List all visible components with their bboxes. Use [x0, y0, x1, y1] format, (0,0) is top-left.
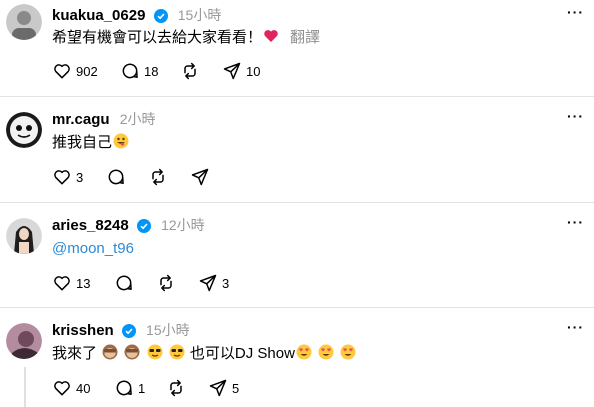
repost-button[interactable]: [148, 166, 168, 188]
comment-icon: [116, 380, 132, 396]
username[interactable]: aries_8248 12小時: [52, 216, 205, 238]
action-bar: 40 1 5: [52, 377, 352, 399]
like-button[interactable]: 3: [52, 166, 83, 188]
avatar[interactable]: [6, 218, 42, 254]
share-count: 3: [222, 275, 230, 291]
more-options-button[interactable]: ···: [567, 319, 584, 335]
comment-button[interactable]: [106, 166, 126, 188]
repost-icon: [170, 379, 182, 397]
post-time: 15小時: [177, 7, 222, 23]
share-button[interactable]: 5: [208, 377, 239, 399]
tongue-emoji-icon: [113, 133, 129, 149]
translate-link[interactable]: 翻譯: [290, 29, 320, 46]
action-bar: 13 3: [52, 272, 352, 294]
comment-button[interactable]: 1: [114, 377, 145, 399]
repost-icon: [160, 274, 172, 292]
action-bar: 902 18 10: [52, 60, 352, 82]
comment-button[interactable]: [114, 272, 134, 294]
more-options-button[interactable]: ···: [567, 214, 584, 230]
action-bar: 3: [52, 166, 352, 188]
heart-emoji-icon: [263, 28, 279, 44]
comment-count: 1: [138, 380, 146, 396]
verified-badge-icon: [153, 9, 168, 28]
repost-button[interactable]: [166, 377, 186, 399]
post-divider: [0, 96, 594, 97]
post-text: @moon_t96: [52, 239, 134, 259]
share-button[interactable]: 3: [198, 272, 229, 294]
share-count: 5: [232, 380, 240, 396]
like-button[interactable]: 13: [52, 272, 90, 294]
username[interactable]: mr.cagu 2小時: [52, 110, 156, 129]
post-text: 希望有機會可以去給大家看看！ 翻譯: [52, 28, 321, 46]
share-button[interactable]: 10: [222, 60, 260, 82]
comment-count: 18: [144, 63, 159, 79]
username[interactable]: krisshen 15小時: [52, 321, 190, 343]
heart-eyes-emoji-icon: [296, 344, 312, 360]
sunglasses-emoji-icon: [147, 344, 163, 360]
like-count: 3: [76, 169, 84, 185]
avatar[interactable]: [6, 323, 42, 359]
like-button[interactable]: 40: [52, 377, 90, 399]
like-button[interactable]: 902: [52, 60, 98, 82]
verified-badge-icon: [121, 324, 136, 343]
like-count: 13: [76, 275, 91, 291]
heart-icon: [54, 64, 70, 79]
like-count: 40: [76, 380, 91, 396]
repost-icon: [152, 168, 164, 186]
post-time: 12小時: [161, 217, 205, 233]
heart-icon: [54, 276, 70, 291]
heart-eyes-emoji-icon: [318, 344, 334, 360]
post-divider: [0, 202, 594, 203]
mention-link[interactable]: @moon_t96: [52, 240, 134, 257]
post-divider: [0, 307, 594, 308]
share-count: 10: [246, 63, 261, 79]
like-count: 902: [76, 63, 98, 79]
verified-badge-icon: [136, 219, 151, 238]
send-icon: [191, 168, 209, 186]
heart-eyes-emoji-icon: [340, 344, 356, 360]
send-icon: [209, 379, 227, 397]
sunglasses-emoji-icon: [169, 344, 185, 360]
username[interactable]: kuakua_0629 15小時: [52, 6, 221, 28]
post-text: 推我自己: [52, 133, 130, 153]
heart-icon: [54, 170, 70, 185]
send-icon: [199, 274, 217, 292]
heart-icon: [54, 381, 70, 396]
repost-button[interactable]: [180, 60, 200, 82]
more-options-button[interactable]: ···: [567, 108, 584, 124]
comment-icon: [108, 169, 124, 185]
repost-icon: [184, 62, 196, 80]
comment-button[interactable]: 18: [120, 60, 158, 82]
comment-icon: [122, 63, 138, 79]
see-no-evil-monkey-emoji-icon: [102, 344, 118, 360]
avatar[interactable]: [6, 112, 42, 148]
repost-button[interactable]: [156, 272, 176, 294]
comment-icon: [116, 275, 132, 291]
thread-line: [24, 367, 26, 407]
see-no-evil-monkey-emoji-icon: [124, 344, 140, 360]
share-button[interactable]: [190, 166, 210, 188]
post-text: 我來了 也可以DJ Show: [52, 344, 357, 364]
send-icon: [223, 62, 241, 80]
post-time: 2小時: [119, 111, 156, 127]
post-time: 15小時: [146, 322, 190, 338]
avatar[interactable]: [6, 4, 42, 40]
more-options-button[interactable]: ···: [567, 4, 584, 20]
